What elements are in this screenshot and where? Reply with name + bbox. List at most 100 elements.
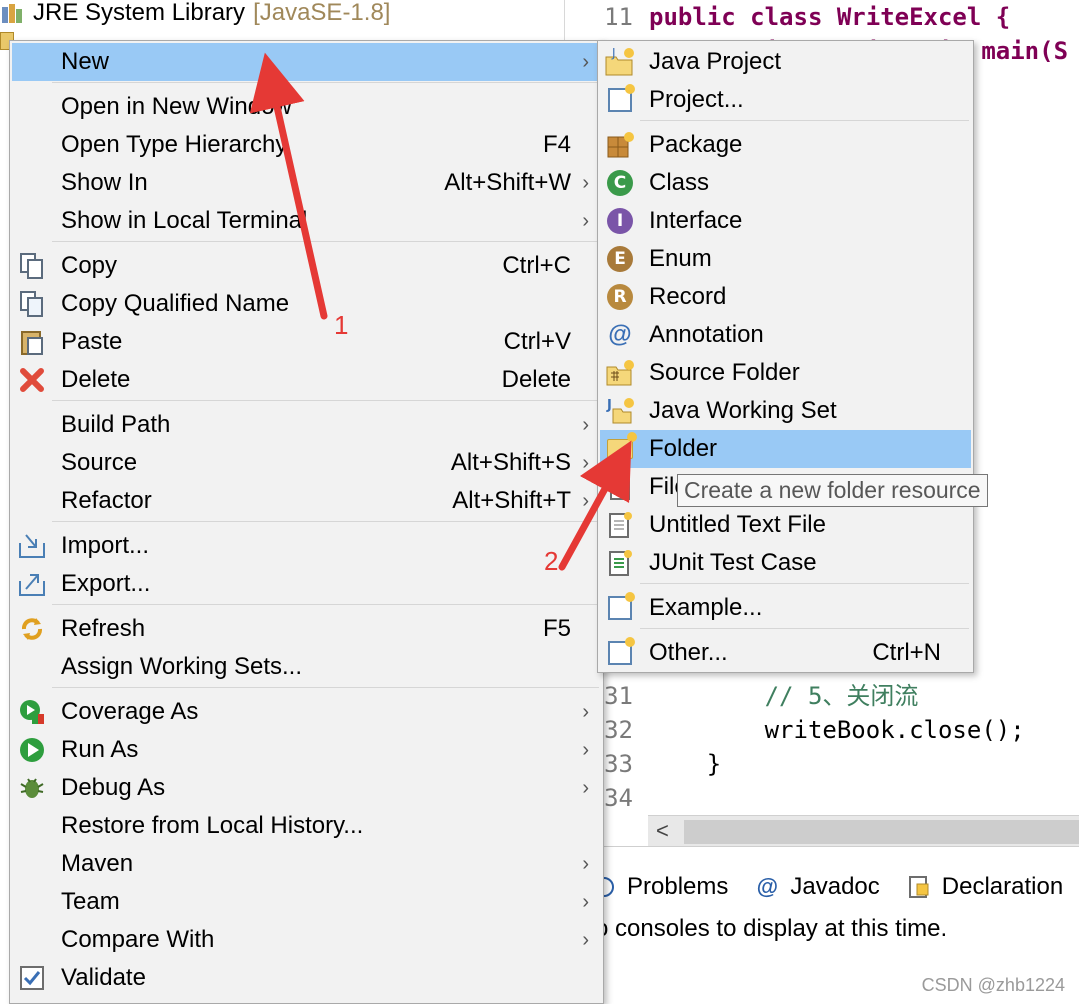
menu-item-shortcut: F4 xyxy=(542,131,571,158)
menu-item-label: Open in New Window xyxy=(61,93,292,120)
submenu-item-source-folder[interactable]: Source Folder xyxy=(600,354,971,392)
menu-item-maven[interactable]: Maven › xyxy=(12,845,601,883)
tab-label: Problems xyxy=(627,873,729,900)
submenu-item-java-working-set[interactable]: J Java Working Set xyxy=(600,392,971,430)
svg-text:J: J xyxy=(611,47,616,60)
run-icon xyxy=(16,734,48,766)
submenu-item-label: Package xyxy=(649,131,743,158)
menu-item-restore-from-local-history[interactable]: Restore from Local History... xyxy=(12,807,601,845)
paste-icon xyxy=(16,326,48,358)
menu-item-paste[interactable]: Paste Ctrl+V xyxy=(12,323,601,361)
submenu-item-folder[interactable]: Folder xyxy=(600,430,971,468)
menu-item-refactor[interactable]: Refactor Alt+Shift+T › xyxy=(12,482,601,520)
submenu-item-label: Java Working Set xyxy=(649,397,837,424)
submenu-item-package[interactable]: Package xyxy=(600,126,971,164)
class-icon: C xyxy=(604,167,636,199)
horizontal-scrollbar[interactable]: < xyxy=(648,815,1079,847)
menu-item-show-in[interactable]: Show In Alt+Shift+W › xyxy=(12,164,601,202)
submenu-item-class[interactable]: C Class xyxy=(600,164,971,202)
code-line[interactable]: 11 public class WriteExcel { xyxy=(565,0,1079,34)
tree-item-jre[interactable]: JRE System Library [JavaSE-1.8] xyxy=(0,0,390,26)
code-line[interactable]: 32 writeBook.close(); xyxy=(565,713,1079,747)
debug-icon xyxy=(16,772,48,804)
line-number: 11 xyxy=(604,3,633,31)
menu-item-show-in-local-terminal[interactable]: Show in Local Terminal › xyxy=(12,202,601,240)
menu-item-label: Import... xyxy=(61,532,150,559)
annotation-icon: @ xyxy=(608,321,632,348)
menu-item-copy[interactable]: Copy Ctrl+C xyxy=(12,247,601,285)
watermark: CSDN @zhb1224 xyxy=(921,975,1065,995)
menu-item-copy-qualified-name[interactable]: Copy Qualified Name xyxy=(12,285,601,323)
bottom-panel: Problems @ Javadoc Declaration o console… xyxy=(565,846,1079,1004)
submenu-item-record[interactable]: R Record xyxy=(600,278,971,316)
menu-item-team[interactable]: Team › xyxy=(12,883,601,921)
export-icon xyxy=(16,568,48,600)
menu-item-run-as[interactable]: Run As › xyxy=(12,731,601,769)
submenu-item-enum[interactable]: E Enum xyxy=(600,240,971,278)
menu-item-shortcut: Alt+Shift+S xyxy=(450,449,571,476)
menu-item-build-path[interactable]: Build Path › xyxy=(12,406,601,444)
submenu-item-other[interactable]: Other... Ctrl+N xyxy=(600,634,971,672)
menu-item-label: Team xyxy=(61,888,120,915)
code-line[interactable]: 34 xyxy=(565,781,1079,815)
menu-item-delete[interactable]: Delete Delete xyxy=(12,361,601,399)
file-icon xyxy=(604,471,636,503)
submenu-item-label: Untitled Text File xyxy=(649,511,826,538)
submenu-item-label: JUnit Test Case xyxy=(649,549,817,576)
menu-item-assign-working-sets[interactable]: Assign Working Sets... xyxy=(12,648,601,686)
submenu-arrow-icon: › xyxy=(582,451,589,474)
menu-item-refresh[interactable]: Refresh F5 xyxy=(12,610,601,648)
tab-declaration[interactable]: Declaration xyxy=(906,873,1063,901)
menu-item-source[interactable]: Source Alt+Shift+S › xyxy=(12,444,601,482)
submenu-item-junit-test-case[interactable]: JUnit Test Case xyxy=(600,544,971,582)
code-line[interactable]: 31 // 5、关闭流 xyxy=(565,679,1079,713)
menu-item-label: Refactor xyxy=(61,487,152,514)
submenu-item-label: Folder xyxy=(649,435,718,462)
submenu-item-java-project[interactable]: J Java Project xyxy=(600,43,971,81)
console-message: o consoles to display at this time. xyxy=(595,915,948,942)
menu-item-compare-with[interactable]: Compare With › xyxy=(12,921,601,959)
code-text: writeBook.close(); xyxy=(649,716,1025,744)
menu-separator xyxy=(52,400,599,401)
package-icon xyxy=(604,129,636,161)
menu-item-shortcut: Ctrl+C xyxy=(502,252,571,279)
code-text: } xyxy=(649,750,722,778)
submenu-item-example[interactable]: Example... xyxy=(600,589,971,627)
menu-item-label: Restore from Local History... xyxy=(61,812,364,839)
menu-item-new[interactable]: New › xyxy=(12,43,601,81)
scrollbar-thumb[interactable] xyxy=(684,820,1079,844)
menu-separator xyxy=(640,583,969,584)
menu-item-shortcut: Alt+Shift+W xyxy=(444,169,571,196)
submenu-arrow-icon: › xyxy=(582,171,589,194)
submenu-item-untitled-text-file[interactable]: Untitled Text File xyxy=(600,506,971,544)
submenu-arrow-icon: › xyxy=(582,928,589,951)
copy-qualified-icon xyxy=(16,288,48,320)
submenu-item-label: Interface xyxy=(649,207,743,234)
tab-javadoc[interactable]: @ Javadoc xyxy=(754,873,880,901)
menu-item-import[interactable]: Import... xyxy=(12,527,601,565)
menu-item-open-in-new-window[interactable]: Open in New Window xyxy=(12,88,601,126)
submenu-item-label: Other... xyxy=(649,639,728,666)
menu-item-open-type-hierarchy[interactable]: Open Type Hierarchy F4 xyxy=(12,126,601,164)
menu-separator xyxy=(640,120,969,121)
submenu-item-annotation[interactable]: @ Annotation xyxy=(600,316,971,354)
validate-icon xyxy=(16,962,48,994)
menu-item-debug-as[interactable]: Debug As › xyxy=(12,769,601,807)
tree-item-label: JRE System Library xyxy=(33,0,246,26)
menu-item-export[interactable]: Export... xyxy=(12,565,601,603)
menu-item-validate[interactable]: Validate xyxy=(12,959,601,997)
menu-item-label: Coverage As xyxy=(61,698,199,725)
menu-item-label: Paste xyxy=(61,328,123,355)
javadoc-icon: @ xyxy=(756,874,779,899)
scroll-left-icon[interactable]: < xyxy=(656,818,669,844)
submenu-item-interface[interactable]: I Interface xyxy=(600,202,971,240)
menu-item-coverage-as[interactable]: Coverage As › xyxy=(12,693,601,731)
code-text: // 5、关闭流 xyxy=(649,682,919,710)
text-file-icon xyxy=(604,509,636,541)
code-line[interactable]: 33 } xyxy=(565,747,1079,781)
source-folder-icon xyxy=(604,357,636,389)
tab-problems[interactable]: Problems xyxy=(591,873,728,901)
working-set-icon: J xyxy=(604,395,636,427)
submenu-arrow-icon: › xyxy=(582,700,589,723)
submenu-item-project[interactable]: Project... xyxy=(600,81,971,119)
